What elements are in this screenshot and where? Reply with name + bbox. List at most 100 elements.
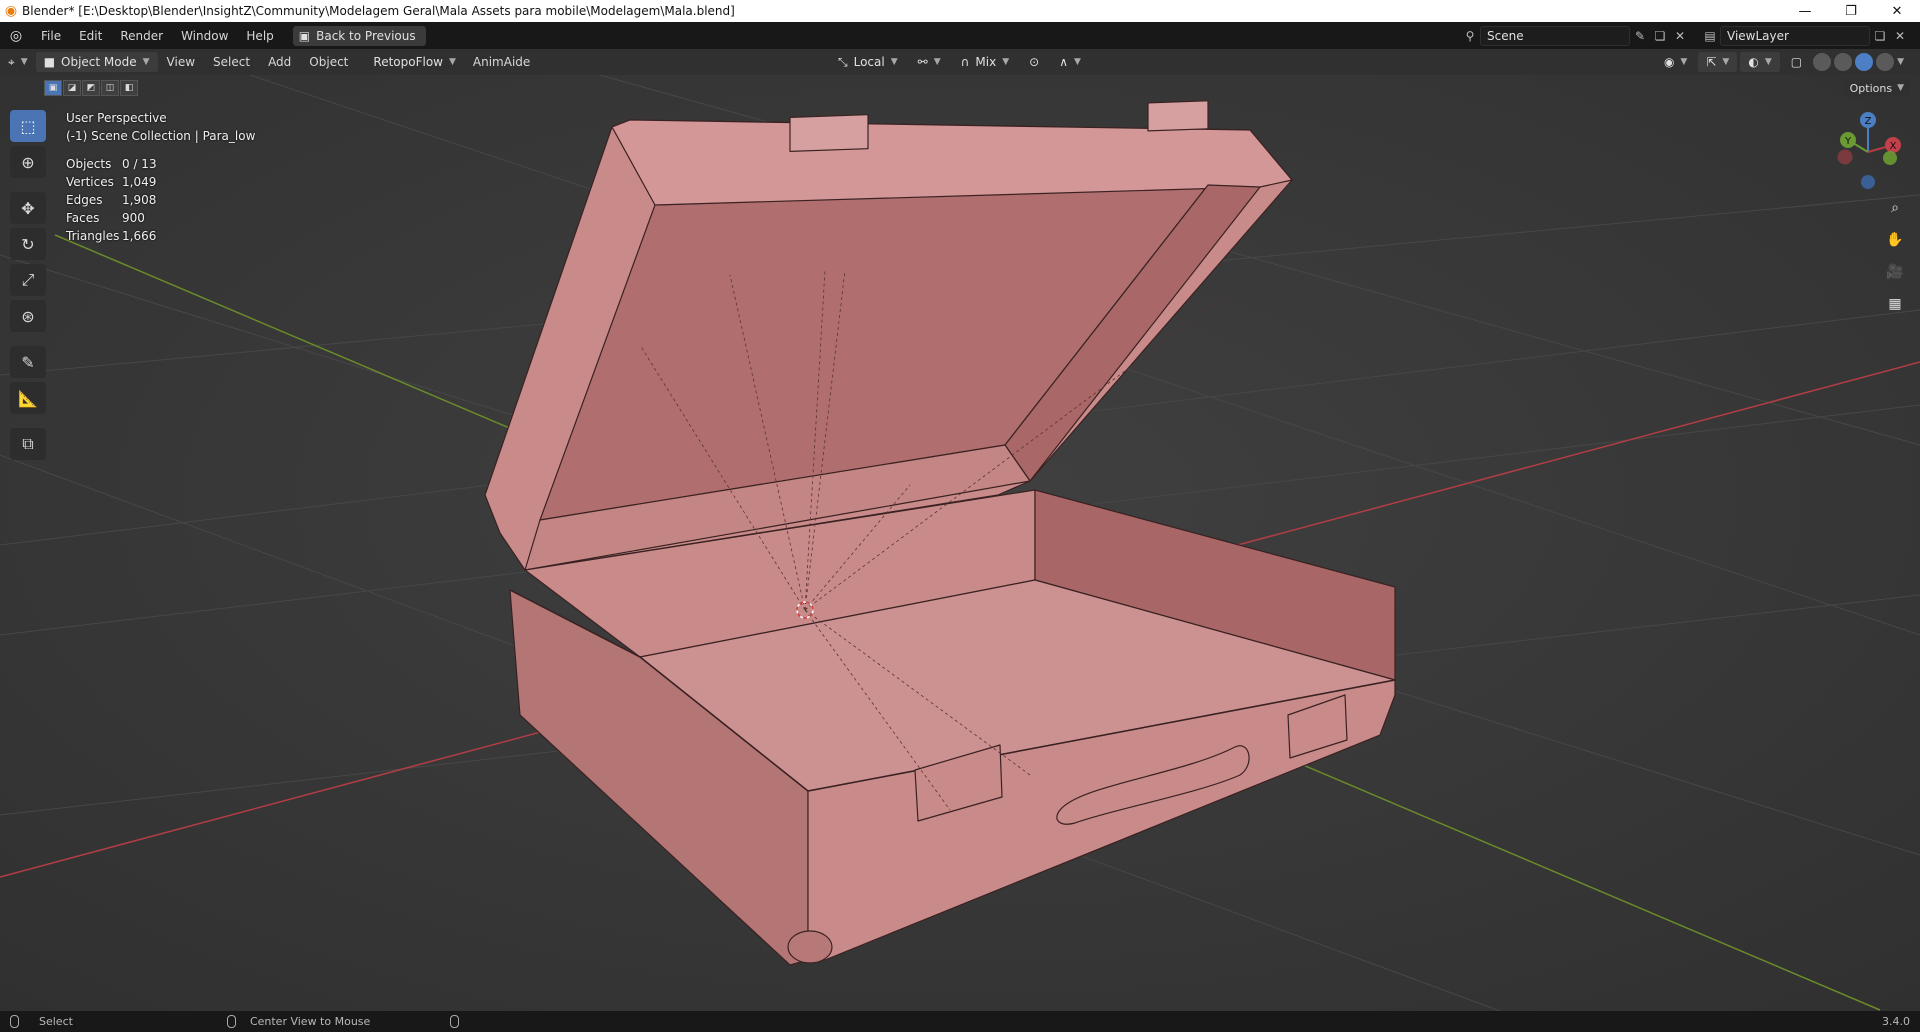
stat-label: Objects [66, 157, 112, 171]
mouse-right-icon [450, 1015, 460, 1028]
rotate-icon: ↻ [21, 234, 35, 254]
gizmo-toggle[interactable]: ⇱ ▼ [1698, 52, 1738, 72]
material-shading-button[interactable] [1855, 53, 1874, 71]
menu-edit[interactable]: Edit [70, 22, 111, 49]
select-intersect-button[interactable]: ◧ [120, 80, 138, 96]
pin-icon[interactable]: ✎ [1630, 26, 1650, 46]
visibility-dropdown[interactable]: ◉ ▼ [1656, 52, 1695, 72]
camera-view-button[interactable]: 🎥 [1882, 259, 1908, 285]
status-right-click-hint [450, 1015, 460, 1028]
proportional-icon: ⊙ [1029, 55, 1040, 69]
status-center-view-hint: Center View to Mouse [226, 1015, 370, 1028]
delete-viewlayer-icon[interactable]: ✕ [1890, 26, 1910, 46]
window-titlebar: ◉ Blender* [E:\Desktop\Blender\InsightZ\… [0, 0, 1920, 22]
scale-icon: ⤢ [21, 270, 35, 289]
status-select-label: Select [39, 1015, 73, 1028]
chevron-down-icon: ▼ [890, 57, 898, 67]
wireframe-shading-button[interactable] [1813, 53, 1832, 71]
mode-label: Object Mode [61, 55, 137, 69]
gizmo-x-label: X [1890, 141, 1897, 152]
restore-button[interactable]: ❐ [1828, 0, 1874, 22]
transform-tools: ⤡ Local ▼ ⚯ ▼ ∩ Mix ▼ ⊙ ∧ ▼ [830, 52, 1089, 72]
delete-scene-icon[interactable]: ✕ [1670, 26, 1690, 46]
options-dropdown[interactable]: Options ▼ [1843, 79, 1910, 97]
shading-options-chevron-icon[interactable]: ▼ [1897, 57, 1904, 67]
pivot-dropdown[interactable]: ⚯ ▼ [910, 52, 949, 72]
options-label: Options [1849, 81, 1893, 95]
new-scene-icon[interactable]: ❏ [1650, 26, 1670, 46]
blender-version: 3.4.0 [1882, 1015, 1910, 1028]
stat-value: 1,049 [122, 175, 157, 189]
viewport-menu-select[interactable]: Select [204, 49, 259, 76]
mouse-middle-icon [226, 1015, 236, 1028]
overlay-icon: ◐ [1748, 55, 1759, 69]
close-button[interactable]: ✕ [1874, 0, 1920, 22]
blender-app: ◉ Blender* [E:\Desktop\Blender\InsightZ\… [0, 0, 1920, 1032]
select-subtract-button[interactable]: ◩ [82, 80, 100, 96]
menu-window[interactable]: Window [172, 22, 237, 49]
transform-orientation-dropdown[interactable]: ⤡ Local ▼ [830, 52, 906, 72]
measure-tool[interactable]: 📐 [10, 382, 46, 414]
xray-icon: ▢ [1790, 55, 1803, 69]
pivot-icon: ⚯ [917, 55, 928, 69]
snap-label: Mix [975, 55, 997, 69]
viewport-menu-object[interactable]: Object [300, 49, 357, 76]
select-box-tool[interactable]: ⬚ [10, 110, 46, 142]
grid-perspective-icon: ▦ [1888, 296, 1902, 312]
viewlayer-icon[interactable]: ▤ [1700, 26, 1720, 46]
falloff-dropdown[interactable]: ∧ ▼ [1051, 52, 1089, 72]
overlay-toggle[interactable]: ◐ ▼ [1740, 52, 1780, 72]
xray-toggle[interactable]: ▢ [1783, 52, 1810, 72]
solid-shading-button[interactable] [1834, 53, 1853, 71]
animaide-menu[interactable]: AnimAide [464, 49, 539, 76]
pan-button[interactable]: ✋ [1882, 227, 1908, 253]
add-cube-tool[interactable]: ⧉ [10, 428, 46, 460]
chevron-down-icon: ▼ [1897, 83, 1904, 93]
viewport-header: ⌖ ▼ ■ Object Mode ▼ View Select Add Objec… [0, 49, 1920, 75]
transform-tool[interactable]: ⊛ [10, 300, 46, 332]
select-new-button[interactable]: ▣ [44, 80, 62, 96]
chevron-down-icon: ▼ [1764, 57, 1772, 67]
scene-selector: ⚲ Scene ✎ ❏ ✕ [1460, 25, 1690, 47]
select-extend-button[interactable]: ◪ [63, 80, 81, 96]
scene-name-field[interactable]: Scene [1480, 25, 1630, 46]
perspective-toggle-button[interactable]: ▦ [1882, 291, 1908, 317]
viewlayer-name-field[interactable]: ViewLayer [1720, 25, 1870, 46]
blender-logo-icon[interactable]: ◎ [0, 22, 32, 49]
menu-file[interactable]: File [32, 22, 70, 49]
rendered-shading-button[interactable] [1876, 53, 1895, 71]
annotate-tool[interactable]: ✎ [10, 346, 46, 378]
move-tool[interactable]: ✥ [10, 192, 46, 224]
rotate-tool[interactable]: ↻ [10, 228, 46, 260]
viewport-menu-view[interactable]: View [158, 49, 204, 76]
viewlayer-name: ViewLayer [1727, 28, 1789, 43]
minimize-button[interactable]: — [1782, 0, 1828, 22]
screen-icon: ▣ [298, 28, 311, 43]
editor-type-dropdown[interactable]: ⌖ ▼ [0, 52, 36, 72]
back-to-previous-button[interactable]: ▣ Back to Previous [292, 25, 426, 46]
add-cube-icon: ⧉ [22, 434, 34, 453]
proportional-edit-toggle[interactable]: ⊙ [1021, 52, 1047, 72]
scene-icon[interactable]: ⚲ [1460, 26, 1480, 46]
status-bar: Select Center View to Mouse 3.4.0 [0, 1011, 1920, 1032]
eye-icon: ◉ [1663, 55, 1675, 69]
snap-dropdown[interactable]: ∩ Mix ▼ [953, 52, 1018, 72]
chevron-down-icon: ▼ [1002, 57, 1010, 67]
falloff-curve-icon: ∧ [1059, 55, 1068, 69]
selection-mode-buttons: ▣ ◪ ◩ ◫ ◧ [44, 80, 138, 96]
3d-viewport[interactable]: Z X Y [0, 75, 1920, 1011]
scene-name: Scene [1487, 28, 1524, 43]
viewlayer-selector: ▤ ViewLayer ❏ ✕ [1700, 25, 1910, 47]
new-viewlayer-icon[interactable]: ❏ [1870, 26, 1890, 46]
mode-dropdown[interactable]: ■ Object Mode ▼ [35, 52, 158, 72]
retopoflow-menu[interactable]: RetopoFlow ▼ [365, 52, 464, 72]
scale-tool[interactable]: ⤢ [10, 264, 46, 296]
camera-icon: 🎥 [1886, 264, 1904, 280]
menu-help[interactable]: Help [237, 22, 282, 49]
viewport-menu-add[interactable]: Add [259, 49, 300, 76]
select-invert-button[interactable]: ◫ [101, 80, 119, 96]
zoom-button[interactable]: ⌕ [1882, 195, 1908, 221]
cursor-tool[interactable]: ⊕ [10, 146, 46, 178]
menu-render[interactable]: Render [111, 22, 172, 49]
annotate-pencil-icon: ✎ [21, 352, 35, 372]
